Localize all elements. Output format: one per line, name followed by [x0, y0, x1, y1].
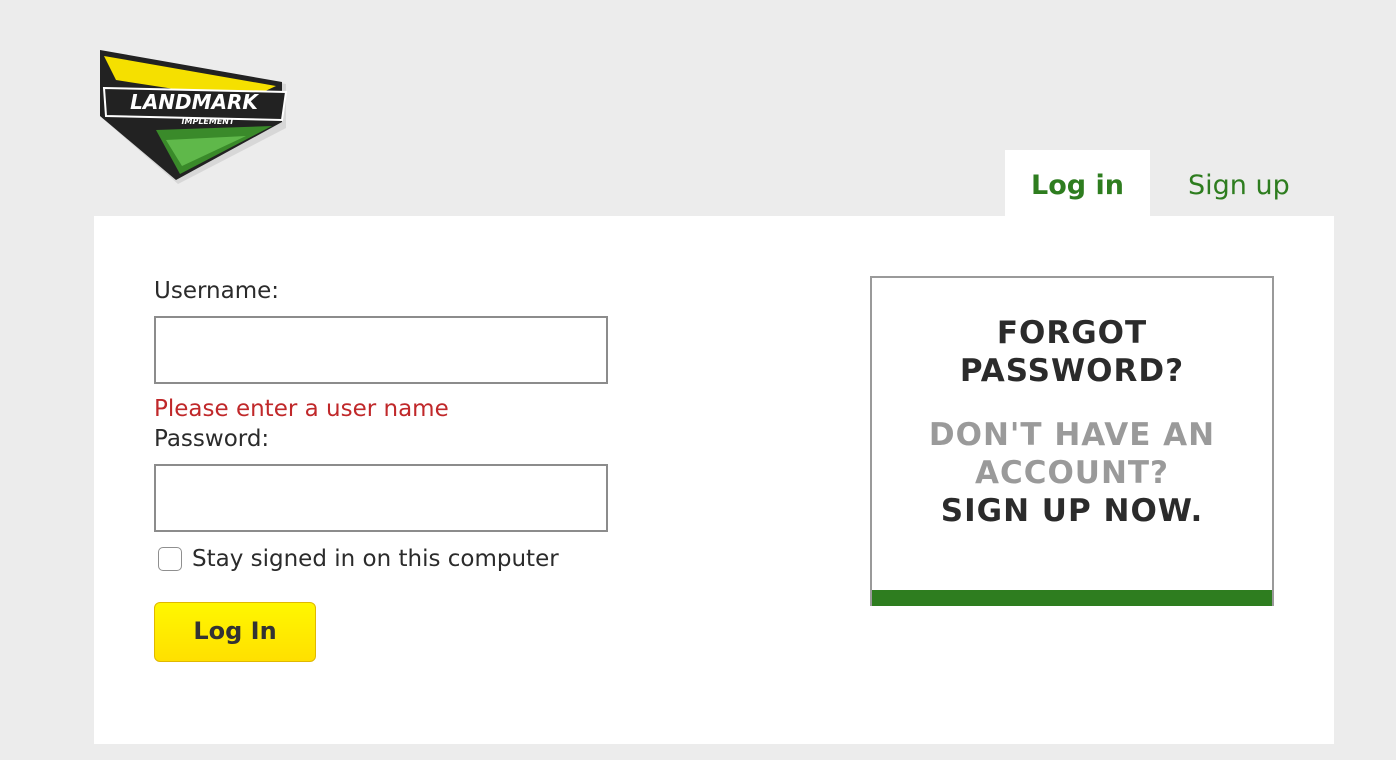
stay-signed-in-label[interactable]: Stay signed in on this computer — [192, 546, 559, 572]
green-accent-bar — [872, 590, 1272, 606]
username-input[interactable] — [154, 316, 608, 384]
logo-wordmark: LANDMARK — [130, 90, 259, 114]
password-input[interactable] — [154, 464, 608, 532]
stay-signed-in-row: Stay signed in on this computer — [158, 546, 559, 572]
log-in-button[interactable]: Log In — [154, 602, 316, 662]
account-help-box: FORGOT PASSWORD? DON'T HAVE AN ACCOUNT? … — [870, 276, 1274, 606]
auth-tabs: Log in Sign up — [1005, 150, 1350, 216]
stay-signed-in-checkbox[interactable] — [158, 547, 182, 571]
login-panel: Username: Please enter a user name Passw… — [94, 216, 1334, 744]
tab-sign-up[interactable]: Sign up — [1150, 150, 1350, 216]
forgot-password-link[interactable]: FORGOT PASSWORD? — [907, 314, 1237, 390]
tab-log-in[interactable]: Log in — [1005, 150, 1150, 216]
logo-subtext: IMPLEMENT — [182, 117, 235, 126]
username-label: Username: — [154, 278, 279, 304]
username-error-message: Please enter a user name — [154, 396, 449, 422]
sign-up-now-link[interactable]: SIGN UP NOW. — [892, 492, 1252, 530]
landmark-implement-logo[interactable]: LANDMARK IMPLEMENT — [96, 46, 288, 186]
login-page: LANDMARK IMPLEMENT Log in Sign up Userna… — [0, 0, 1396, 760]
no-account-text: DON'T HAVE AN ACCOUNT? — [928, 417, 1216, 491]
password-label: Password: — [154, 426, 270, 452]
